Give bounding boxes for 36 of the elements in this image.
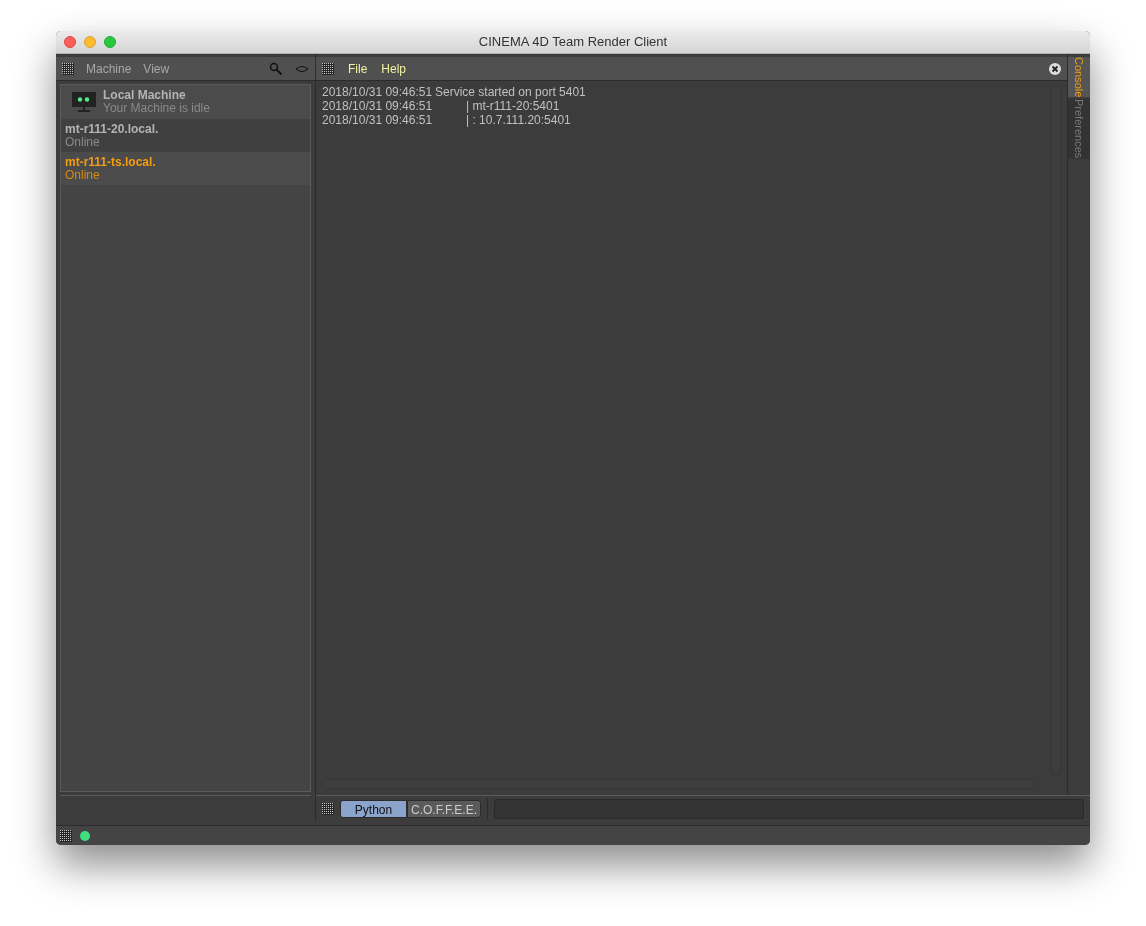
zoom-button[interactable]	[104, 36, 116, 48]
machine-name: Local Machine	[103, 89, 187, 102]
machine-name: mt-r111-20.local.	[65, 122, 159, 136]
status-light-icon	[80, 830, 90, 841]
host-list-row[interactable]: Local Machine Your Machine is idle	[61, 85, 310, 119]
search-icon[interactable]	[269, 61, 283, 76]
host-list-row[interactable]: mt-r111-20.local. Online	[61, 119, 310, 152]
grip-icon[interactable]	[322, 803, 334, 815]
grip-icon[interactable]	[60, 829, 72, 842]
minimize-button[interactable]	[84, 36, 96, 48]
monitor-icon	[71, 91, 97, 113]
side-tab[interactable]: Preferences	[1068, 99, 1090, 159]
log-message: | : 10.7.111.20:5401	[465, 113, 571, 127]
machine-status: Online	[65, 135, 101, 149]
machine-status: Your Machine is idle	[103, 102, 210, 115]
log-message: | mt-r111-20:5401	[465, 99, 560, 113]
eye-icon[interactable]	[295, 64, 309, 73]
log-message: Service started on port 5401	[435, 85, 586, 99]
side-tab[interactable]: Console	[1068, 57, 1090, 98]
close-icon[interactable]	[1049, 62, 1061, 75]
menu-item[interactable]: Machine	[86, 59, 132, 78]
menu-item[interactable]: File	[348, 59, 368, 78]
menu-item[interactable]: Help	[381, 59, 407, 78]
close-button[interactable]	[64, 36, 76, 48]
grip-icon[interactable]	[62, 62, 74, 75]
language-tab[interactable]: Python	[340, 800, 407, 818]
log-timestamp: 2018/10/31 09:46:51	[322, 99, 434, 113]
language-tab[interactable]: C.O.F.F.E.E.	[407, 800, 481, 818]
host-list-row[interactable]: mt-r111-ts.local. Online	[61, 152, 310, 185]
machine-status: Online	[65, 168, 101, 182]
menu-item[interactable]: View	[143, 59, 170, 78]
grip-icon[interactable]	[322, 62, 334, 75]
log-timestamp: 2018/10/31 09:46:51	[322, 113, 434, 127]
window-title: CINEMA 4D Team Render Client	[478, 33, 668, 52]
log-timestamp: 2018/10/31 09:46:51	[322, 85, 434, 99]
machine-name: mt-r111-ts.local.	[65, 155, 156, 169]
